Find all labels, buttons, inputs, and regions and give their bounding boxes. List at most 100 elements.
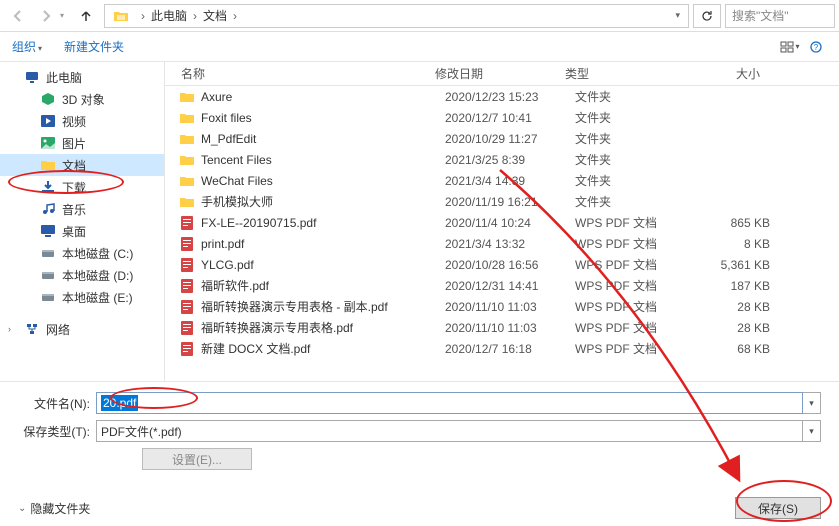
file-date: 2020/10/28 16:56 [445, 258, 575, 272]
file-row[interactable]: print.pdf2021/3/4 13:32WPS PDF 文档8 KB [165, 233, 839, 254]
file-row[interactable]: FX-LE--20190715.pdf2020/11/4 10:24WPS PD… [165, 212, 839, 233]
file-size: 8 KB [690, 237, 790, 251]
hide-folders-label: 隐藏文件夹 [30, 500, 90, 517]
pdf-icon [179, 279, 195, 293]
file-size: 28 KB [690, 321, 790, 335]
view-mode-button[interactable]: ▾ [779, 37, 801, 57]
nav-back-button[interactable] [4, 4, 32, 28]
sidebar-item-此电脑[interactable]: 此电脑 [0, 66, 164, 88]
chevron-down-icon: ▾ [38, 44, 42, 53]
pdf-icon [179, 258, 195, 272]
folder-icon [179, 132, 195, 146]
file-date: 2021/3/4 13:32 [445, 237, 575, 251]
sidebar-item-下载[interactable]: 下载 [0, 176, 164, 198]
filename-history-dropdown[interactable]: ▾ [803, 392, 821, 414]
folder-icon [179, 153, 195, 167]
breadcrumb-item[interactable]: 此电脑 [151, 7, 187, 24]
file-type: WPS PDF 文档 [575, 319, 690, 336]
svg-text:?: ? [814, 43, 819, 52]
file-name: Tencent Files [201, 153, 445, 167]
hide-folders-toggle[interactable]: ⌄ 隐藏文件夹 [18, 500, 90, 517]
network-icon [24, 322, 40, 336]
file-type: 文件夹 [575, 193, 690, 210]
sidebar-item-label: 本地磁盘 (E:) [62, 289, 133, 306]
sidebar-item-label: 此电脑 [46, 69, 82, 86]
file-type: WPS PDF 文档 [575, 214, 690, 231]
disk-icon [40, 290, 56, 304]
column-name[interactable]: 名称 [165, 65, 435, 82]
file-row[interactable]: 福昕软件.pdf2020/12/31 14:41WPS PDF 文档187 KB [165, 275, 839, 296]
file-row[interactable]: Foxit files2020/12/7 10:41文件夹 [165, 107, 839, 128]
column-size[interactable]: 大小 [680, 65, 780, 82]
sidebar-item-文档[interactable]: 文档 [0, 154, 164, 176]
refresh-button[interactable] [693, 4, 721, 28]
file-type: 文件夹 [575, 172, 690, 189]
file-date: 2021/3/25 8:39 [445, 153, 575, 167]
tree-expand-icon[interactable]: › [8, 324, 11, 334]
breadcrumb-item[interactable]: 文档 [203, 7, 227, 24]
file-row[interactable]: 新建 DOCX 文档.pdf2020/12/7 16:18WPS PDF 文档6… [165, 338, 839, 359]
address-bar[interactable]: › 此电脑 › 文档 › ▾ [104, 4, 689, 28]
disk-icon [40, 268, 56, 282]
sidebar-item-桌面[interactable]: 桌面 [0, 220, 164, 242]
help-button[interactable]: ? [805, 37, 827, 57]
sidebar-item-音乐[interactable]: 音乐 [0, 198, 164, 220]
filetype-label: 保存类型(T): [18, 423, 90, 440]
sidebar-item-本地磁盘 (D:)[interactable]: 本地磁盘 (D:) [0, 264, 164, 286]
sidebar-item-本地磁盘 (C:)[interactable]: 本地磁盘 (C:) [0, 242, 164, 264]
file-type: WPS PDF 文档 [575, 235, 690, 252]
organize-button[interactable]: 组织▾ [12, 38, 42, 55]
column-type[interactable]: 类型 [565, 65, 680, 82]
file-name: print.pdf [201, 237, 445, 251]
file-row[interactable]: Tencent Files2021/3/25 8:39文件夹 [165, 149, 839, 170]
file-row[interactable]: WeChat Files2021/3/4 14:39文件夹 [165, 170, 839, 191]
search-input[interactable]: 搜索"文档" [725, 4, 835, 28]
file-size: 187 KB [690, 279, 790, 293]
column-date[interactable]: 修改日期 [435, 65, 565, 82]
chevron-right-icon: › [193, 9, 197, 23]
file-row[interactable]: M_PdfEdit2020/10/29 11:27文件夹 [165, 128, 839, 149]
file-list[interactable]: 名称 修改日期 类型 大小 Axure2020/12/23 15:23文件夹Fo… [165, 62, 839, 381]
sidebar-item-网络[interactable]: ›网络 [0, 318, 164, 340]
folder-icon [40, 158, 56, 172]
sidebar-item-图片[interactable]: 图片 [0, 132, 164, 154]
file-row[interactable]: 福昕转换器演示专用表格.pdf2020/11/10 11:03WPS PDF 文… [165, 317, 839, 338]
file-row[interactable]: 手机模拟大师2020/11/19 16:21文件夹 [165, 191, 839, 212]
file-date: 2020/11/4 10:24 [445, 216, 575, 230]
filetype-select[interactable]: PDF文件(*.pdf) [96, 420, 803, 442]
new-folder-button[interactable]: 新建文件夹 [64, 38, 124, 55]
sidebar-item-label: 文档 [62, 157, 86, 174]
nav-forward-button[interactable] [32, 4, 60, 28]
filename-input[interactable]: 20.pdf [96, 392, 803, 414]
pdf-icon [179, 300, 195, 314]
file-size: 68 KB [690, 342, 790, 356]
sidebar-item-label: 本地磁盘 (D:) [62, 267, 133, 284]
sidebar-item-本地磁盘 (E:)[interactable]: 本地磁盘 (E:) [0, 286, 164, 308]
image-icon [40, 136, 56, 150]
file-name: 手机模拟大师 [201, 193, 445, 210]
chevron-down-icon[interactable]: ▾ [675, 10, 680, 21]
file-date: 2020/12/7 10:41 [445, 111, 575, 125]
file-name: 新建 DOCX 文档.pdf [201, 340, 445, 357]
file-row[interactable]: 福昕转换器演示专用表格 - 副本.pdf2020/11/10 11:03WPS … [165, 296, 839, 317]
chevron-right-icon: › [141, 9, 145, 23]
history-dropdown-icon[interactable]: ▾ [60, 11, 72, 20]
save-button[interactable]: 保存(S) [735, 497, 821, 519]
folder-tree[interactable]: 此电脑 3D 对象视频图片文档下载音乐桌面本地磁盘 (C:) 本地磁盘 (D:) 本地… [0, 62, 165, 381]
pdf-icon [179, 237, 195, 251]
file-row[interactable]: Axure2020/12/23 15:23文件夹 [165, 86, 839, 107]
desktop-icon [40, 224, 56, 238]
cube-icon [40, 92, 56, 106]
folder-icon [113, 8, 129, 24]
pdf-icon [179, 321, 195, 335]
file-date: 2021/3/4 14:39 [445, 174, 575, 188]
file-row[interactable]: YLCG.pdf2020/10/28 16:56WPS PDF 文档5,361 … [165, 254, 839, 275]
folder-icon [179, 111, 195, 125]
sidebar-item-视频[interactable]: 视频 [0, 110, 164, 132]
sidebar-item-label: 3D 对象 [62, 91, 105, 108]
nav-up-button[interactable] [72, 4, 100, 28]
sidebar-item-3D 对象[interactable]: 3D 对象 [0, 88, 164, 110]
filetype-dropdown[interactable]: ▾ [803, 420, 821, 442]
file-size: 28 KB [690, 300, 790, 314]
filename-value: 20.pdf [101, 395, 138, 411]
